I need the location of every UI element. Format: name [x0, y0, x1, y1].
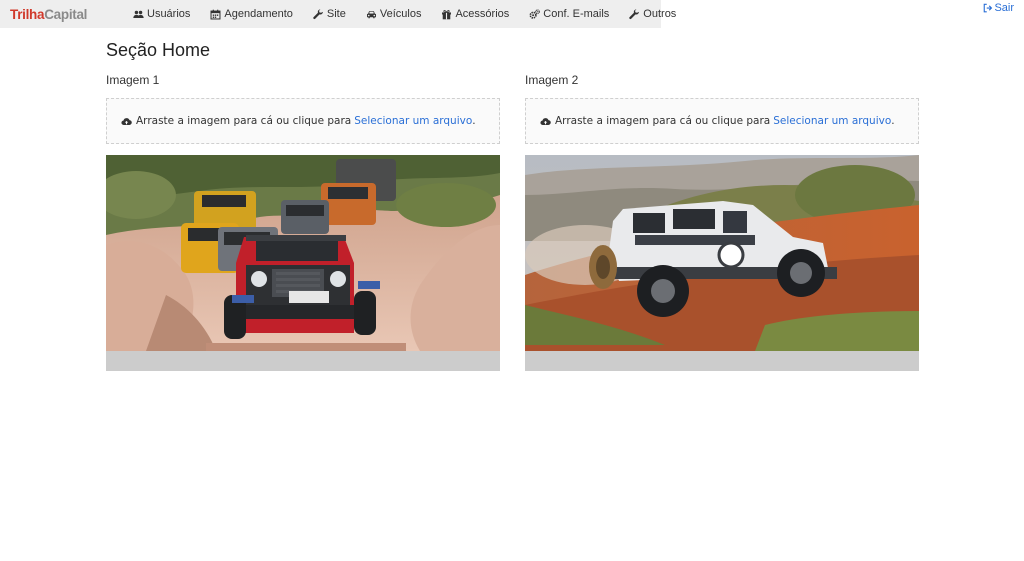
nav-item-label: Site — [326, 8, 346, 20]
nav-item-site[interactable]: Site — [303, 0, 356, 28]
nav-item-label: Conf. E-mails — [543, 8, 610, 20]
image-1-drop-text: Arraste a imagem para cá ou clique para — [136, 115, 352, 127]
cloud-upload-icon — [121, 117, 132, 125]
nav-item-label: Agendamento — [224, 8, 293, 20]
image-2-footer-bar — [525, 351, 919, 371]
nav-item-veiculos[interactable]: Veículos — [356, 0, 432, 28]
calendar-icon — [210, 9, 221, 20]
image-1-section: Imagem 1 Arraste a imagem para cá ou cli… — [106, 72, 500, 371]
nav-item-outros[interactable]: Outros — [619, 0, 686, 28]
image-2-preview — [525, 155, 919, 351]
nav-item-acessorios[interactable]: Acessórios — [431, 0, 519, 28]
image-1-preview — [106, 155, 500, 351]
image-2-label: Imagem 2 — [525, 73, 579, 87]
image-2-select-file-link[interactable]: Selecionar um arquivo — [773, 115, 891, 127]
logout-label: Sair — [994, 2, 1014, 14]
image-1-dropzone[interactable]: Arraste a imagem para cá ou clique para … — [106, 98, 500, 144]
image-2-section: Imagem 2 Arraste a imagem para cá ou cli… — [525, 72, 919, 371]
nav-item-label: Acessórios — [455, 8, 510, 20]
sign-out-icon — [984, 3, 993, 13]
brand-logo-part2: Capital — [44, 6, 88, 22]
image-2-drop-text: Arraste a imagem para cá ou clique para — [555, 115, 771, 127]
cloud-upload-icon — [540, 117, 551, 125]
gears-icon — [529, 8, 541, 20]
image-1-drop-suffix: . — [472, 115, 476, 127]
users-icon — [133, 9, 144, 20]
image-1-footer-bar — [106, 351, 500, 371]
nav-item-usuarios[interactable]: Usuários — [123, 0, 200, 28]
car-icon — [366, 9, 377, 20]
wrench-icon — [629, 8, 640, 20]
brand-logo-part1: Trilha — [10, 6, 45, 22]
image-2-dropzone[interactable]: Arraste a imagem para cá ou clique para … — [525, 98, 919, 144]
nav-item-label: Veículos — [379, 8, 422, 20]
main-menu: Usuários Agendamento Site Veículos Acess… — [123, 0, 676, 28]
image-2-drop-suffix: . — [891, 115, 895, 127]
logout-link[interactable]: Sair — [983, 2, 1014, 14]
nav-item-label: Outros — [643, 8, 677, 20]
nav-item-conf-emails[interactable]: Conf. E-mails — [519, 0, 619, 28]
wrench-icon — [313, 8, 324, 20]
nav-item-agendamento[interactable]: Agendamento — [200, 0, 303, 28]
nav-item-label: Usuários — [147, 8, 191, 20]
image-1-select-file-link[interactable]: Selecionar um arquivo — [354, 115, 472, 127]
image-1-label: Imagem 1 — [106, 73, 160, 87]
page-title: Seção Home — [106, 40, 211, 60]
gift-icon — [441, 9, 452, 20]
top-navbar: Trilha Capital Usuários Agendamento Site … — [0, 0, 1024, 28]
brand-logo[interactable]: Trilha Capital — [0, 0, 123, 28]
